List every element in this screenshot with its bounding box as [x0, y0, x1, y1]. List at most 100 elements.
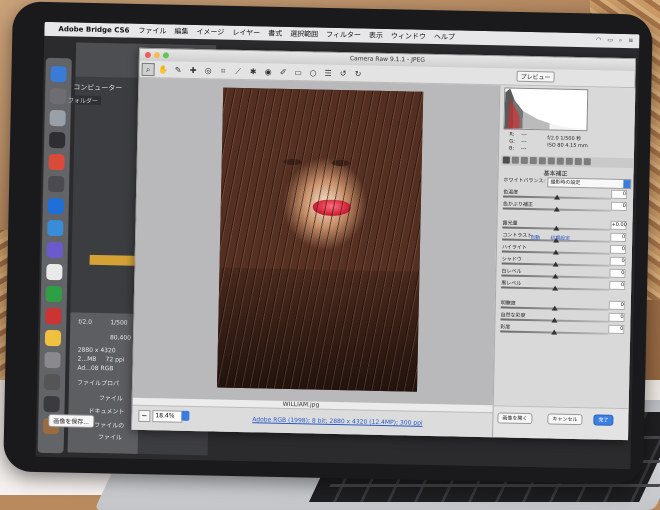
- rgb-value-r: ---: [521, 132, 527, 138]
- app-icon[interactable]: [49, 132, 65, 148]
- hand-tool-icon[interactable]: ✋: [157, 63, 170, 76]
- targeted-adjust-icon[interactable]: ◎: [202, 64, 215, 77]
- slider-value-field[interactable]: 0: [608, 313, 624, 322]
- app-store-icon[interactable]: [47, 220, 63, 236]
- settings-gear-icon[interactable]: [49, 110, 65, 126]
- done-button[interactable]: 完了: [593, 414, 613, 425]
- menu-window[interactable]: ウィンドウ: [391, 31, 426, 42]
- finder-icon[interactable]: [50, 66, 66, 82]
- slider-thumb[interactable]: [554, 195, 560, 200]
- slider-thumb[interactable]: [551, 317, 557, 322]
- slider-value-field[interactable]: 0: [609, 281, 625, 290]
- white-balance-select[interactable]: 撮影時の設定: [547, 177, 631, 189]
- app-icon[interactable]: [48, 176, 64, 192]
- app-icon[interactable]: [44, 352, 60, 368]
- menu-select[interactable]: 選択範囲: [290, 29, 318, 40]
- save-image-button[interactable]: 画像を保存...: [48, 414, 94, 428]
- safari-icon[interactable]: [48, 198, 64, 214]
- tab-presets-icon[interactable]: [575, 158, 582, 165]
- open-image-button[interactable]: 画像を開く: [497, 412, 532, 424]
- app-icon[interactable]: [45, 308, 61, 324]
- slider-thumb[interactable]: [553, 262, 559, 267]
- slider-thumb[interactable]: [553, 226, 559, 231]
- calendar-icon[interactable]: [46, 264, 62, 280]
- color-sampler-icon[interactable]: ✚: [187, 63, 200, 76]
- slider-value-field[interactable]: 0: [609, 269, 625, 278]
- rotate-left-icon[interactable]: ↺: [336, 66, 349, 79]
- tab-effects-icon[interactable]: [557, 158, 564, 165]
- minimize-window-icon[interactable]: [154, 52, 160, 58]
- image-canvas[interactable]: [133, 78, 500, 405]
- red-eye-icon[interactable]: ◉: [261, 65, 274, 78]
- menu-layer[interactable]: レイヤー: [232, 28, 260, 39]
- battery-icon[interactable]: ▭: [607, 37, 613, 45]
- rgb-value-g: ---: [521, 139, 527, 145]
- slider-row: 明瞭度0: [501, 299, 625, 312]
- slider-thumb[interactable]: [553, 250, 559, 255]
- graduated-filter-icon[interactable]: ▭: [291, 66, 304, 79]
- menu-file[interactable]: ファイル: [138, 26, 166, 37]
- rotate-right-icon[interactable]: ↻: [351, 67, 364, 80]
- adjustment-brush-icon[interactable]: ✐: [276, 65, 289, 78]
- preview-checkbox[interactable]: プレビュー: [516, 71, 554, 83]
- menu-help[interactable]: ヘルプ: [434, 32, 455, 42]
- tab-computer[interactable]: コンピューター: [73, 82, 122, 93]
- menu-filter[interactable]: フィルター: [326, 30, 361, 41]
- menu-edit[interactable]: 編集: [174, 27, 188, 37]
- slider-value-field[interactable]: 0: [609, 301, 625, 310]
- slider-value-field[interactable]: 0: [610, 245, 626, 254]
- app-icon[interactable]: [49, 154, 65, 170]
- tab-snapshots-icon[interactable]: [584, 158, 591, 165]
- zoom-out-button[interactable]: −: [138, 410, 150, 422]
- menu-image[interactable]: イメージ: [196, 27, 224, 38]
- menu-app-name[interactable]: Adobe Bridge CS6: [58, 25, 129, 34]
- slider-value-field[interactable]: 0: [608, 325, 624, 334]
- preferences-icon[interactable]: ☰: [321, 66, 334, 79]
- default-link[interactable]: 初期設定: [547, 234, 573, 242]
- menu-view[interactable]: 表示: [369, 31, 383, 41]
- tab-detail-icon[interactable]: [521, 157, 528, 164]
- tab-tone-curve-icon[interactable]: [512, 157, 519, 164]
- zoom-level-field[interactable]: 18.4%: [152, 410, 182, 423]
- slider-value-field[interactable]: 0: [610, 257, 626, 266]
- list-icon[interactable]: ≡: [628, 37, 633, 45]
- system-icon[interactable]: [50, 88, 66, 104]
- zoom-dropdown-icon[interactable]: [181, 411, 189, 421]
- slider-row: 色かぶり補正0: [503, 200, 627, 213]
- slider-row: シャドウ0: [502, 255, 626, 268]
- slider-thumb[interactable]: [554, 207, 560, 212]
- zoom-tool-icon[interactable]: ⌕: [142, 62, 155, 75]
- tab-split-toning-icon[interactable]: [539, 157, 546, 164]
- app-icon[interactable]: [47, 242, 63, 258]
- slider-thumb[interactable]: [552, 286, 558, 291]
- cancel-button[interactable]: キャンセル: [547, 413, 582, 425]
- app-icon[interactable]: [46, 286, 62, 302]
- straighten-tool-icon[interactable]: ⟋: [232, 64, 245, 77]
- auto-link[interactable]: 自動: [527, 234, 543, 241]
- slider-value-field[interactable]: 0: [611, 202, 627, 211]
- slider-value-field[interactable]: 0: [611, 190, 627, 199]
- slider-value-field[interactable]: 0: [610, 233, 626, 242]
- tab-camera-calibration-icon[interactable]: [566, 158, 573, 165]
- menu-type[interactable]: 書式: [268, 29, 282, 39]
- slider-row: 色温度0: [503, 188, 627, 201]
- crop-tool-icon[interactable]: ⌗: [217, 64, 230, 77]
- zoom-window-icon[interactable]: [163, 52, 169, 58]
- tab-basic-icon[interactable]: [503, 156, 510, 163]
- radial-filter-icon[interactable]: ○: [306, 66, 319, 79]
- slider-thumb[interactable]: [552, 306, 558, 311]
- wifi-icon[interactable]: ◠: [596, 36, 601, 44]
- close-window-icon[interactable]: [145, 52, 151, 58]
- slider-value-field[interactable]: +0.00: [610, 221, 626, 230]
- slider-thumb[interactable]: [552, 274, 558, 279]
- white-balance-tool-icon[interactable]: ✎: [172, 63, 185, 76]
- tab-lens-icon[interactable]: [548, 157, 555, 164]
- app-icon[interactable]: [44, 374, 60, 390]
- tab-hsl-icon[interactable]: [530, 157, 537, 164]
- workflow-options-link[interactable]: Adobe RGB (1998); 8 bit; 2880 x 4320 (12…: [252, 416, 422, 427]
- app-icon[interactable]: [45, 330, 61, 346]
- app-icon[interactable]: [43, 396, 59, 412]
- slider-thumb[interactable]: [551, 329, 557, 334]
- search-icon[interactable]: ⌕: [619, 37, 623, 45]
- spot-removal-icon[interactable]: ✱: [246, 65, 259, 78]
